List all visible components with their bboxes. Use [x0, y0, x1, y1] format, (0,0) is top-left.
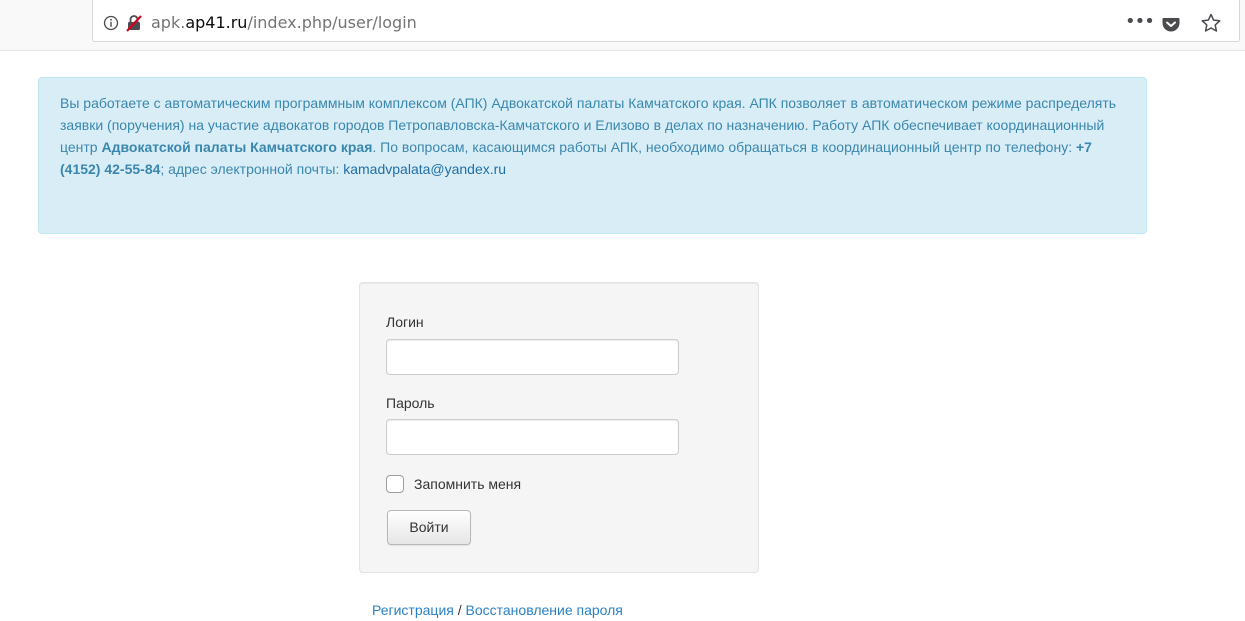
- alert-email-link[interactable]: kamadvpalata@yandex.ru: [343, 161, 506, 177]
- url-text[interactable]: apk.ap41.ru/index.php/user/login: [151, 13, 417, 33]
- bookmark-star-icon[interactable]: [1200, 12, 1222, 34]
- url-prefix: apk.: [151, 13, 185, 32]
- remember-me-label[interactable]: Запомнить меня: [414, 474, 521, 494]
- pocket-icon[interactable]: [1161, 14, 1181, 34]
- alert-text-email-label: ; адрес электронной почты:: [160, 161, 343, 177]
- login-label: Логин: [386, 312, 424, 332]
- url-domain: ap41.ru: [185, 13, 247, 32]
- insecure-lock-icon[interactable]: [125, 14, 143, 32]
- register-link[interactable]: Регистрация: [372, 602, 454, 618]
- links-separator: /: [454, 602, 466, 618]
- password-input[interactable]: [386, 419, 679, 455]
- login-submit-button[interactable]: Войти: [387, 510, 471, 545]
- password-recovery-link[interactable]: Восстановление пароля: [466, 602, 623, 618]
- alert-org-name: Адвокатской палаты Камчатского края: [101, 139, 372, 155]
- page-actions-icon[interactable]: •••: [1125, 14, 1149, 34]
- browser-toolbar: apk.ap41.ru/index.php/user/login •••: [0, 0, 1245, 51]
- remember-me-checkbox[interactable]: [386, 475, 404, 493]
- info-icon[interactable]: [103, 15, 119, 31]
- auth-links: Регистрация / Восстановление пароля: [372, 600, 623, 620]
- password-label: Пароль: [386, 393, 435, 413]
- login-input[interactable]: [386, 339, 679, 375]
- alert-text-contact: . По вопросам, касающимся работы АПК, не…: [372, 139, 1076, 155]
- info-alert: Вы работаете с автоматическим программны…: [38, 77, 1147, 234]
- url-path: /index.php/user/login: [247, 13, 416, 32]
